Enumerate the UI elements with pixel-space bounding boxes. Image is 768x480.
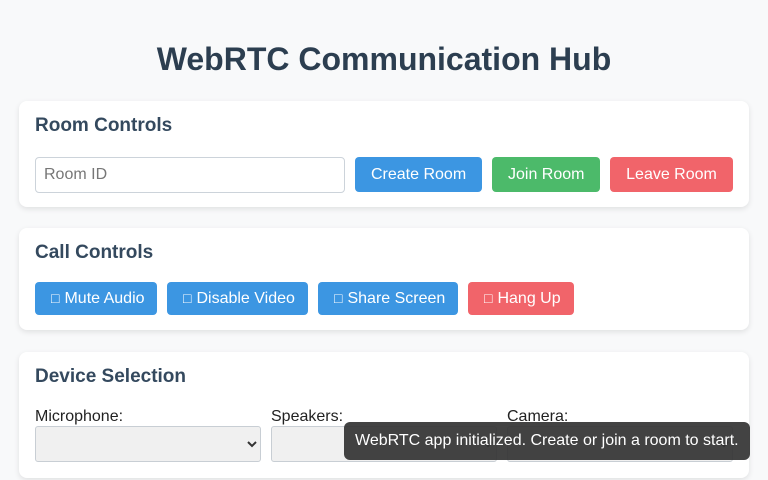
call-controls-card: Call Controls □ Mute Audio □ Disable Video…	[19, 228, 749, 330]
join-room-button[interactable]: Join Room	[492, 157, 600, 192]
room-controls-title: Room Controls	[35, 115, 173, 136]
leave-room-button[interactable]: Leave Room	[610, 157, 733, 192]
page-title: WebRTC Communication Hub	[156, 41, 612, 77]
microphone-select[interactable]	[35, 426, 261, 462]
mute-audio-label: Mute Audio	[64, 290, 145, 307]
disable-video-label: Disable Video	[196, 290, 295, 307]
phone-icon: □	[484, 290, 493, 306]
mute-audio-button[interactable]: □ Mute Audio	[35, 282, 157, 315]
create-room-button[interactable]: Create Room	[355, 157, 482, 192]
microphone-icon: □	[51, 290, 60, 306]
video-icon: □	[183, 290, 192, 306]
status-toast: WebRTC app initialized. Create or join a…	[344, 422, 750, 460]
disable-video-button[interactable]: □ Disable Video	[167, 282, 308, 315]
screen-share-icon: □	[334, 290, 343, 306]
hang-up-button[interactable]: □ Hang Up	[468, 282, 574, 315]
room-id-input[interactable]	[35, 157, 345, 193]
share-screen-label: Share Screen	[347, 290, 446, 307]
app-page: WebRTC Communication Hub Room Controls C…	[0, 0, 768, 480]
hang-up-label: Hang Up	[497, 290, 561, 307]
speakers-label: Speakers:	[271, 408, 344, 425]
share-screen-button[interactable]: □ Share Screen	[318, 282, 458, 315]
device-selection-title: Device Selection	[35, 366, 187, 387]
room-controls-card: Room Controls Create Room Join Room Leav…	[19, 101, 749, 207]
microphone-label: Microphone:	[35, 408, 124, 425]
call-controls-title: Call Controls	[35, 242, 154, 263]
